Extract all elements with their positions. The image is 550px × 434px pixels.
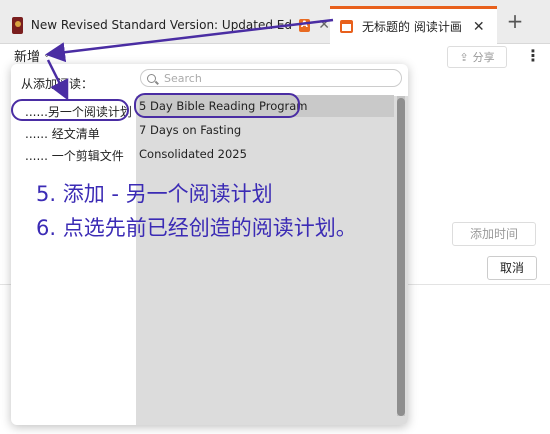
- popup-heading: 从添加阅读：: [21, 77, 94, 91]
- share-button[interactable]: ⇪ 分享: [447, 46, 507, 68]
- plan-item[interactable]: Consolidated 2025: [139, 143, 394, 165]
- add-time-button[interactable]: 添加时间: [452, 222, 536, 246]
- cancel-button[interactable]: 取消: [487, 256, 537, 280]
- add-label: 新增: [14, 49, 41, 65]
- a-badge-icon: A: [298, 18, 311, 32]
- new-tab-button[interactable]: +: [503, 9, 527, 33]
- annotation-highlight-option: [11, 99, 129, 121]
- search-icon: [147, 73, 156, 83]
- annotation-highlight-plan: [134, 93, 300, 118]
- option-clippings-document[interactable]: ...... 一个剪辑文件: [25, 147, 124, 164]
- tab-nrsvue[interactable]: New Revised Standard Version: Updated Ed…: [0, 6, 330, 44]
- annotation-step-5: 5. 添加 - 另一个阅读计划: [36, 182, 273, 206]
- option-verse-list[interactable]: ...... 经文清单: [25, 125, 100, 142]
- scrollbar-thumb[interactable]: [397, 98, 405, 416]
- book-icon: [12, 16, 23, 34]
- tab-reading-plan[interactable]: 无标题的 阅读计画 ✕: [330, 6, 497, 44]
- calendar-icon: [340, 20, 353, 33]
- search-box[interactable]: [140, 69, 402, 87]
- tab-title: New Revised Standard Version: Updated Ed…: [30, 18, 291, 32]
- close-icon[interactable]: ✕: [473, 19, 485, 35]
- tab-title: 无标题的 阅读计画: [362, 20, 462, 34]
- app-window: New Revised Standard Version: Updated Ed…: [0, 0, 550, 434]
- more-options-icon[interactable]: ⋮: [525, 47, 541, 65]
- add-dropdown-button[interactable]: 新增 ⌄: [14, 46, 51, 65]
- search-input[interactable]: [164, 71, 384, 85]
- annotation-step-6: 6. 点选先前已经创造的阅读计划。: [36, 216, 357, 240]
- plan-item[interactable]: 7 Days on Fasting: [139, 119, 394, 141]
- share-label: 分享: [472, 51, 495, 64]
- close-icon[interactable]: ✕: [318, 17, 330, 33]
- share-icon: ⇪: [459, 50, 469, 64]
- chevron-down-icon: ⌄: [43, 50, 51, 60]
- tab-strip: New Revised Standard Version: Updated Ed…: [0, 0, 550, 44]
